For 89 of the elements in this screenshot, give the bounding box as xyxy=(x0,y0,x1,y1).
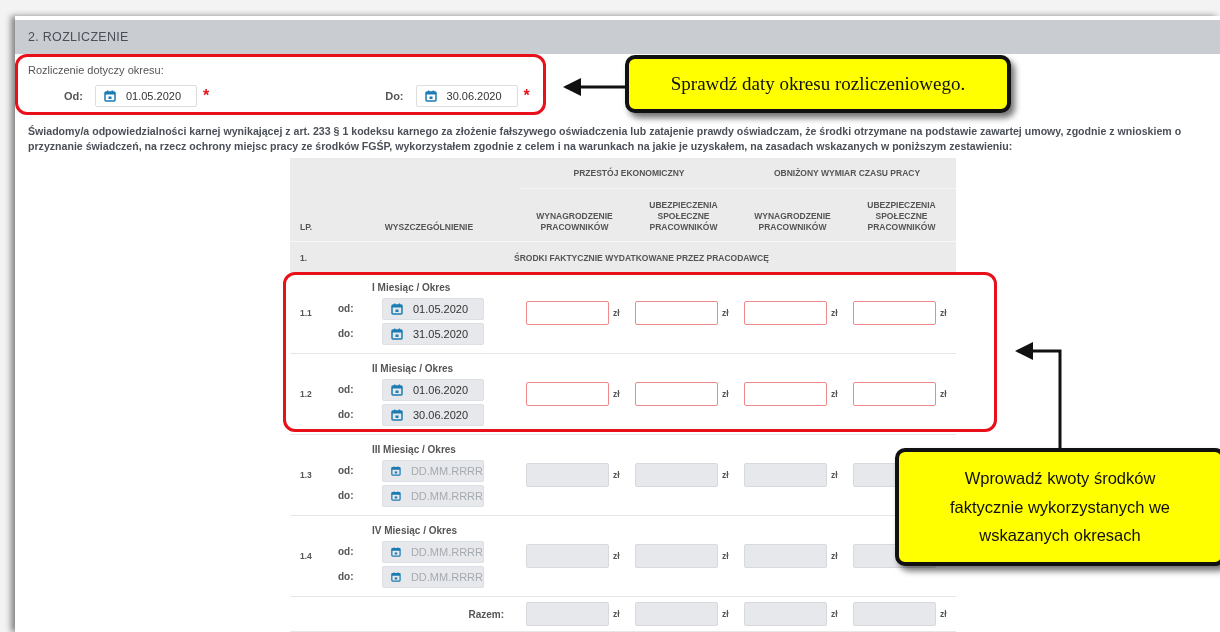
section-title: ŚRODKI FAKTYCZNIE WYDATKOWANE PRZEZ PRACODAWCĘ xyxy=(513,252,770,263)
currency-label: zł xyxy=(613,551,620,561)
column-header: WYNAGRODZENIE PRACOWNIKÓW xyxy=(753,211,832,233)
amount-field[interactable] xyxy=(635,382,718,406)
date-placeholder: DD.MM.RRRR xyxy=(410,464,483,477)
amount-field[interactable] xyxy=(526,301,609,325)
required-mark: * xyxy=(202,87,210,105)
currency-label: zł xyxy=(722,551,729,561)
currency-label: zł xyxy=(722,470,729,480)
row-number: 1. xyxy=(299,252,309,263)
calendar-icon[interactable] xyxy=(103,90,116,102)
period-title: IV Miesiąc / Okres xyxy=(372,524,459,536)
currency-label: zł xyxy=(613,389,620,399)
currency-label: zł xyxy=(940,609,947,619)
currency-label: zł xyxy=(940,389,947,399)
column-header: LP. xyxy=(300,222,313,233)
date-placeholder: DD.MM.RRRR xyxy=(410,489,483,502)
currency-label: zł xyxy=(831,609,838,619)
row-number: 1.1 xyxy=(299,308,313,318)
currency-label: zł xyxy=(831,551,838,561)
date-field[interactable]: 30.06.2020 xyxy=(415,85,518,107)
date-field[interactable]: 01.06.2020 xyxy=(382,378,484,401)
date-value: 01.06.2020 xyxy=(413,383,469,396)
amount-field[interactable] xyxy=(744,301,827,325)
field-label: Do: xyxy=(385,90,404,102)
callout-tooltip: Sprawdź daty okresu rozliczeniowego. xyxy=(625,55,1011,113)
period-label: Rozliczenie dotyczy okresu: xyxy=(28,64,165,76)
group-header: OBNIŻONY WYMIAR CZASU PRACY xyxy=(773,167,921,179)
date-value: 31.05.2020 xyxy=(413,327,469,340)
date-placeholder: DD.MM.RRRR xyxy=(410,570,483,583)
date-label: od: xyxy=(338,546,354,557)
date-label: do: xyxy=(338,328,354,339)
period-title: II Miesiąc / Okres xyxy=(372,362,455,374)
calendar-icon[interactable] xyxy=(391,408,403,421)
currency-label: zł xyxy=(613,609,620,619)
calendar-icon[interactable] xyxy=(391,464,401,477)
date-placeholder: DD.MM.RRRR xyxy=(410,545,483,558)
date-label: od: xyxy=(338,465,354,476)
column-header: UBEZPIECZENIA SPOŁECZNE PRACOWNIKÓW xyxy=(648,200,719,233)
date-label: do: xyxy=(338,409,354,420)
amount-field[interactable] xyxy=(744,382,827,406)
amount-field[interactable] xyxy=(853,382,936,406)
field-label: Od: xyxy=(64,90,83,102)
section-header: 2. ROZLICZENIE xyxy=(15,20,1220,54)
date-label: od: xyxy=(338,303,354,314)
pointer-arrow xyxy=(563,78,628,96)
currency-label: zł xyxy=(722,308,729,318)
calendar-icon[interactable] xyxy=(391,545,401,558)
period-title: III Miesiąc / Okres xyxy=(372,443,457,455)
currency-label: zł xyxy=(722,609,729,619)
date-field[interactable]: 01.05.2020 xyxy=(382,297,484,320)
date-value: 01.05.2020 xyxy=(413,302,469,315)
group-header: PRZESTÓJ EKONOMICZNY xyxy=(573,167,685,179)
currency-label: zł xyxy=(613,470,620,480)
calendar-icon[interactable] xyxy=(391,383,403,396)
currency-label: zł xyxy=(613,308,620,318)
currency-label: zł xyxy=(831,389,838,399)
row-number: 1.3 xyxy=(299,470,313,480)
currency-label: zł xyxy=(722,389,729,399)
total-label: Razem: xyxy=(468,608,505,620)
date-field[interactable]: 01.05.2020 xyxy=(94,85,197,107)
amount-field[interactable] xyxy=(853,301,936,325)
amount-field[interactable] xyxy=(526,382,609,406)
calendar-icon[interactable] xyxy=(391,327,403,340)
date-label: od: xyxy=(338,384,354,395)
currency-label: zł xyxy=(831,308,838,318)
date-value: 30.06.2020 xyxy=(446,90,502,102)
declaration-text: Świadomy/a odpowiedzialności karnej wynikającej z art. 233 § 1 kodeksu karnego za złożenie fałszywego oświadczenia lub zatajenie prawdy oświadczam, że środki otrzymane na podstawie zawartej umowy, zgodnie z wnioskiem o przyznanie świadczeń, na rzecz ochrony miejsc pracy ze środków FGŚP, wykorzystałem zgodnie z celem i na warunkach na jakie je uzyskałem, na zasadach wskazanych w poniższym zestawieniu: xyxy=(28,124,1183,154)
currency-label: zł xyxy=(831,470,838,480)
calendar-icon[interactable] xyxy=(391,302,403,315)
column-header: WYSZCZEGÓLNIENIE xyxy=(384,222,474,233)
currency-label: zł xyxy=(940,308,947,318)
date-label: do: xyxy=(338,490,354,501)
column-header: WYNAGRODZENIE PRACOWNIKÓW xyxy=(535,211,614,233)
date-value: 01.05.2020 xyxy=(125,90,181,102)
date-field[interactable]: 30.06.2020 xyxy=(382,403,484,426)
callout-tooltip: Wprowadź kwoty środków faktycznie wykorzystanych we wskazanych okresach xyxy=(895,448,1220,566)
column-header: UBEZPIECZENIA SPOŁECZNE PRACOWNIKÓW xyxy=(866,200,937,233)
required-mark: * xyxy=(523,87,530,105)
calendar-icon[interactable] xyxy=(391,489,401,502)
date-label: do: xyxy=(338,571,354,582)
calendar-icon[interactable] xyxy=(391,570,401,583)
row-number: 1.2 xyxy=(299,389,313,399)
date-value: 30.06.2020 xyxy=(413,408,469,421)
calendar-icon[interactable] xyxy=(424,90,437,102)
amount-field[interactable] xyxy=(635,301,718,325)
date-field[interactable]: 31.05.2020 xyxy=(382,322,484,345)
row-number: 1.4 xyxy=(299,551,313,561)
period-title: I Miesiąc / Okres xyxy=(372,281,452,293)
